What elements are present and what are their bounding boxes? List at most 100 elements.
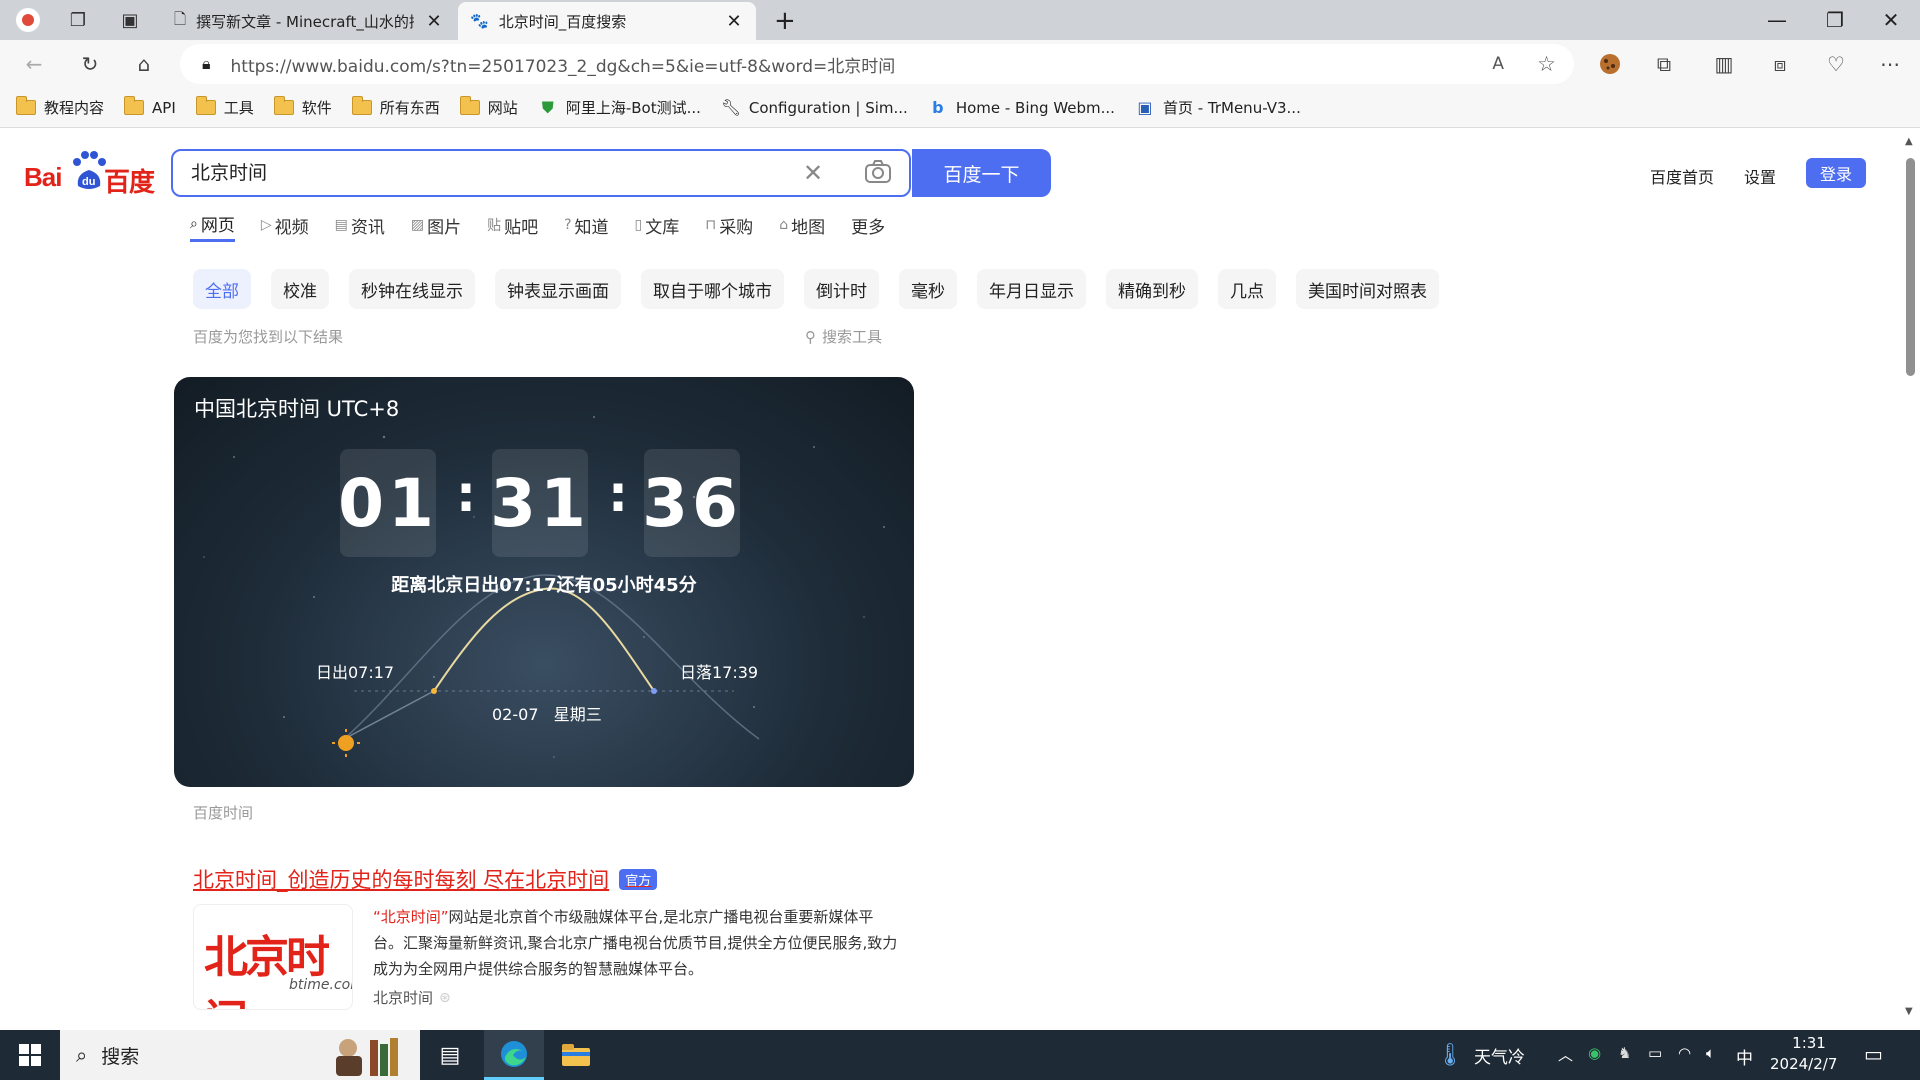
home-button[interactable]: ⌂	[126, 48, 162, 80]
baidu-home-link[interactable]: 百度首页	[1650, 164, 1714, 188]
folder-icon	[16, 96, 36, 115]
bookmark-tutorials[interactable]: 教程内容	[16, 96, 104, 118]
page-viewport: Bai du 百度 北京时间 ✕ 百度一下 百度首页 设置 登录 ⌕ 网页 ▷ 视频 ▤…	[0, 128, 1920, 1030]
close-icon[interactable]: ✕	[724, 11, 744, 32]
close-icon[interactable]: ✕	[424, 11, 444, 32]
qq-icon[interactable]: ♞	[1618, 1044, 1631, 1062]
start-button[interactable]	[0, 1030, 60, 1080]
nav-tab[interactable]: ⌕ 网页	[190, 208, 235, 242]
doc-icon: ▯	[634, 217, 643, 233]
wechat-icon[interactable]: ◉	[1588, 1044, 1601, 1062]
folder-icon	[459, 96, 480, 115]
query-chip[interactable]: 校准	[271, 269, 329, 309]
bookmark-configuration[interactable]: 🔧︎ Configuration | Sim...	[721, 98, 908, 117]
workspaces-icon[interactable]: ❐	[62, 4, 94, 36]
nav-tab[interactable]: ▨ 图片	[411, 208, 461, 242]
nav-tab[interactable]: ▷ 视频	[261, 208, 309, 242]
search-input[interactable]: 北京时间	[191, 151, 267, 195]
camera-icon[interactable]	[863, 157, 893, 187]
result-site[interactable]: 北京时间 ⊛	[373, 987, 451, 1008]
query-chip[interactable]: 年月日显示	[977, 269, 1086, 309]
refresh-button[interactable]: ↻	[72, 48, 108, 80]
battery-icon[interactable]: ▭	[1648, 1044, 1662, 1062]
clock-hours: 01	[338, 449, 436, 557]
ime-indicator[interactable]: 中	[1736, 1044, 1753, 1069]
tab-minecraft-article[interactable]: 🗋 撰写新文章 - Minecraft_山水的插 ✕	[162, 2, 456, 40]
taskbar-search[interactable]: ⌕ 搜索	[60, 1030, 420, 1080]
wifi-icon[interactable]: ◠	[1678, 1044, 1691, 1062]
show-hidden-icons[interactable]: ︿	[1558, 1044, 1573, 1065]
favorite-star-icon[interactable]: ☆	[1537, 52, 1556, 76]
restore-button[interactable]: ❐	[1806, 0, 1864, 40]
bookmark-label: 阿里上海-Bot测试...	[565, 99, 701, 117]
performance-icon[interactable]: ♡	[1818, 48, 1854, 80]
bookmark-api[interactable]: API	[124, 96, 176, 117]
baidu-logo[interactable]: Bai du 百度	[24, 150, 155, 197]
collections-icon[interactable]: ⧈	[1762, 48, 1798, 80]
bookmark-websites[interactable]: 网站	[459, 96, 518, 118]
weather-widget[interactable]: 🌡︎ 天气冷	[1436, 1030, 1525, 1080]
read-aloud-icon[interactable]: A	[1492, 54, 1504, 74]
scroll-up-icon[interactable]: ▲	[1905, 136, 1913, 147]
btime-domain-text: btime.com	[289, 977, 352, 993]
back-button[interactable]: ←	[16, 48, 52, 80]
cookie-extension-icon[interactable]	[1592, 48, 1628, 80]
taskbar-clock-time[interactable]: 1:31	[1784, 1034, 1834, 1052]
nav-tab[interactable]: ▤ 资讯	[335, 208, 385, 242]
map-icon: ⌂	[779, 217, 789, 233]
search-button[interactable]: 百度一下	[912, 149, 1051, 197]
query-chip[interactable]: 取自于哪个城市	[641, 269, 784, 309]
query-chip[interactable]: 美国时间对照表	[1296, 269, 1439, 309]
search-tools-button[interactable]: ⚲ 搜索工具	[805, 326, 882, 347]
nav-tab[interactable]: ⌂ 地图	[779, 208, 825, 242]
task-view-icon[interactable]: ▤	[420, 1030, 480, 1080]
edge-taskbar-icon[interactable]	[484, 1030, 544, 1080]
query-chip[interactable]: 毫秒	[899, 269, 957, 309]
volume-icon[interactable]: 🔈︎	[1706, 1044, 1715, 1062]
nav-tab[interactable]: ▯ 文库	[635, 208, 680, 242]
taskbar-clock-date[interactable]: 2024/2/7	[1770, 1055, 1837, 1073]
query-chip[interactable]: 钟表显示画面	[495, 269, 621, 309]
bookmark-trmenu[interactable]: ▣ 首页 - TrMenu-V3...	[1135, 97, 1300, 118]
bookmark-everything[interactable]: 所有东西	[351, 96, 440, 118]
nav-tab[interactable]: ? 知道	[564, 208, 608, 242]
bookmark-software[interactable]: 软件	[273, 96, 332, 118]
tab-baidu-search[interactable]: 🐾 北京时间_百度搜索 ✕	[458, 2, 756, 40]
extensions-icon[interactable]: ⧉	[1646, 48, 1682, 80]
bookmark-bing-webmaster[interactable]: b Home - Bing Webm...	[928, 98, 1115, 117]
query-chip[interactable]: 精确到秒	[1106, 269, 1198, 309]
search-box[interactable]: 北京时间 ✕	[171, 149, 911, 197]
sunrise-time: 日出07:17	[316, 663, 395, 682]
nav-tab[interactable]: ⊓ 采购	[705, 208, 753, 242]
query-chip[interactable]: 倒计时	[804, 269, 879, 309]
lock-icon[interactable]: 🔒︎	[202, 54, 211, 74]
notification-icon[interactable]: ▭	[1864, 1042, 1883, 1066]
query-chip[interactable]: 秒钟在线显示	[349, 269, 475, 309]
minimize-button[interactable]: —	[1748, 0, 1806, 40]
query-chip[interactable]: 几点	[1218, 269, 1276, 309]
nav-tab[interactable]: 更多	[851, 208, 885, 242]
clear-icon[interactable]: ✕	[803, 159, 823, 187]
more-menu-icon[interactable]: ⋯	[1872, 48, 1908, 80]
query-chip[interactable]: 全部	[193, 269, 251, 309]
split-screen-icon[interactable]: ▥	[1706, 48, 1742, 80]
settings-link[interactable]: 设置	[1744, 164, 1776, 188]
result-description: “北京时间”网站是北京首个市级融媒体平台,是北京广播电视台重要新媒体平台。汇聚海…	[373, 904, 901, 982]
new-tab-button[interactable]: +	[762, 2, 808, 40]
file-explorer-icon[interactable]	[546, 1030, 606, 1080]
related-query-chips: 全部 校准 秒钟在线显示 钟表显示画面 取自于哪个城市 倒计时 毫秒 年月日显示 精确到秒 几点美…	[193, 269, 1459, 309]
tab-actions-icon[interactable]: ▣	[114, 4, 146, 36]
result-title-link[interactable]: 北京时间_创造历史的每时每刻 尽在北京时间 官方	[193, 864, 658, 894]
scroll-thumb[interactable]	[1906, 158, 1915, 376]
result-thumbnail[interactable]: 北京时间 btime.com	[193, 904, 353, 1010]
bookmark-tools[interactable]: 工具	[195, 96, 254, 118]
nav-tab[interactable]: 贴贴吧	[487, 208, 538, 242]
close-window-button[interactable]: ✕	[1862, 0, 1920, 40]
address-bar[interactable]: 🔒︎ https://www.baidu.com/s?tn=25017023_2…	[180, 44, 1574, 84]
login-button[interactable]: 登录	[1806, 158, 1866, 188]
bookmark-aliyun-bot[interactable]: ⛊ 阿里上海-Bot测试...	[538, 97, 701, 118]
page-scrollbar[interactable]: ▲ ▼	[1900, 128, 1920, 1030]
scroll-down-icon[interactable]: ▼	[1905, 1006, 1913, 1017]
svg-text:du: du	[82, 176, 95, 188]
profile-icon[interactable]	[12, 4, 44, 36]
